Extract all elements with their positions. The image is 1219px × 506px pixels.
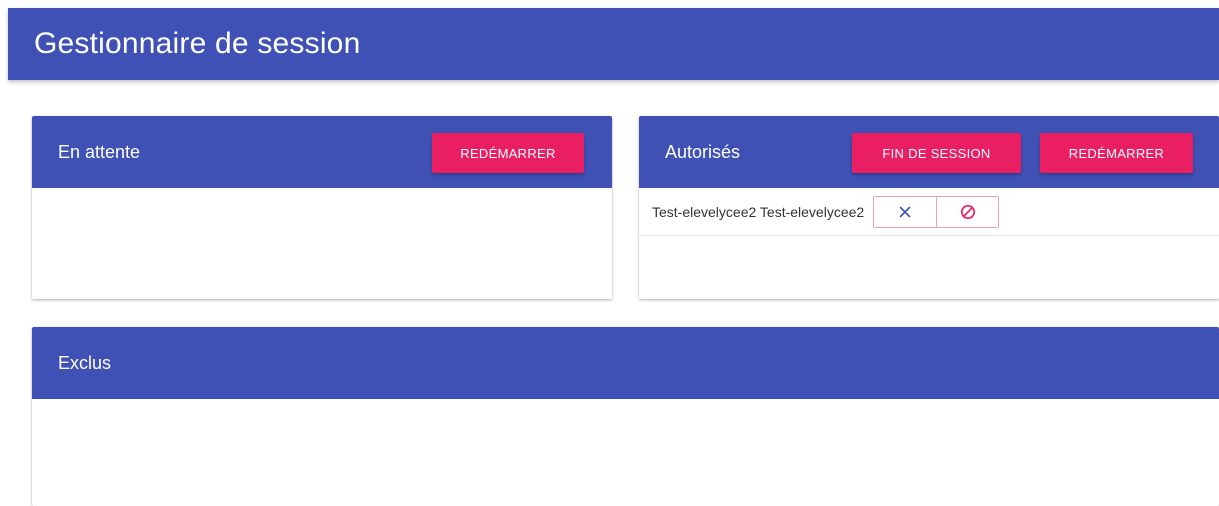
authorized-card-header: Autorisés FIN DE SESSION REDÉMARRER — [639, 116, 1219, 188]
list-item: Test-elevelycee2 Test-elevelycee2 — [639, 188, 1219, 236]
remove-user-button[interactable] — [874, 196, 937, 227]
end-session-button[interactable]: FIN DE SESSION — [852, 133, 1021, 173]
excluded-card-header: Exclus — [32, 327, 1219, 399]
app-bar: Gestionnaire de session — [8, 8, 1219, 80]
authorized-restart-button[interactable]: REDÉMARRER — [1040, 133, 1193, 173]
authorized-card-title: Autorisés — [665, 141, 741, 162]
excluded-card-title: Exclus — [58, 352, 112, 373]
waiting-card-title: En attente — [58, 141, 141, 162]
block-icon — [960, 204, 975, 219]
user-name: Test-elevelycee2 Test-elevelycee2 — [652, 203, 865, 220]
page-title: Gestionnaire de session — [34, 27, 361, 60]
excluded-card: Exclus — [32, 327, 1219, 506]
waiting-card-header: En attente REDÉMARRER — [32, 116, 612, 188]
ban-user-button[interactable] — [936, 196, 999, 227]
user-actions — [873, 195, 1000, 228]
authorized-card: Autorisés FIN DE SESSION REDÉMARRER Test… — [639, 116, 1219, 299]
authorized-list: Test-elevelycee2 Test-elevelycee2 — [639, 188, 1219, 236]
close-icon — [899, 206, 911, 217]
waiting-restart-button[interactable]: REDÉMARRER — [432, 133, 584, 173]
waiting-card: En attente REDÉMARRER — [32, 116, 612, 299]
